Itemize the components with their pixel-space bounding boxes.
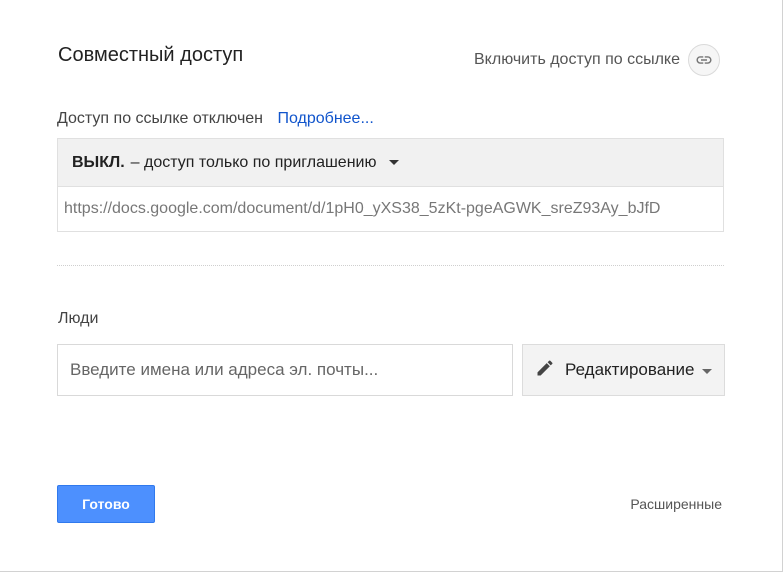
link-access-status: Доступ по ссылке отключен xyxy=(57,110,264,127)
enable-link-sharing-label: Включить доступ по ссылке xyxy=(474,51,680,68)
learn-more-link[interactable]: Подробнее... xyxy=(277,110,373,127)
people-input[interactable] xyxy=(57,344,513,396)
link-access-status-row: Доступ по ссылке отключен Подробнее... xyxy=(57,110,374,128)
link-access-description: – доступ только по приглашению xyxy=(130,153,377,171)
link-icon[interactable] xyxy=(688,44,720,76)
link-access-box: ВЫКЛ. – доступ только по приглашению htt… xyxy=(57,138,724,232)
share-dialog: Совместный доступ Включить доступ по ссы… xyxy=(0,0,783,572)
link-access-dropdown[interactable]: ВЫКЛ. – доступ только по приглашению xyxy=(58,139,723,187)
chevron-down-icon xyxy=(701,368,712,374)
enable-link-sharing-button[interactable]: Включить доступ по ссылке xyxy=(474,44,720,76)
dropdown-caret-icon xyxy=(389,160,400,165)
section-divider xyxy=(57,265,724,266)
permission-label: Редактирование xyxy=(565,360,695,379)
dialog-title: Совместный доступ xyxy=(58,44,244,66)
done-button[interactable]: Готово xyxy=(57,485,155,523)
pencil-icon xyxy=(535,358,555,383)
permission-dropdown[interactable]: Редактирование xyxy=(522,344,725,396)
people-label: Люди xyxy=(58,310,99,327)
link-access-state: ВЫКЛ. xyxy=(72,153,125,171)
advanced-link[interactable]: Расширенные xyxy=(630,496,722,512)
share-url-field[interactable]: https://docs.google.com/document/d/1pH0_… xyxy=(58,187,723,231)
